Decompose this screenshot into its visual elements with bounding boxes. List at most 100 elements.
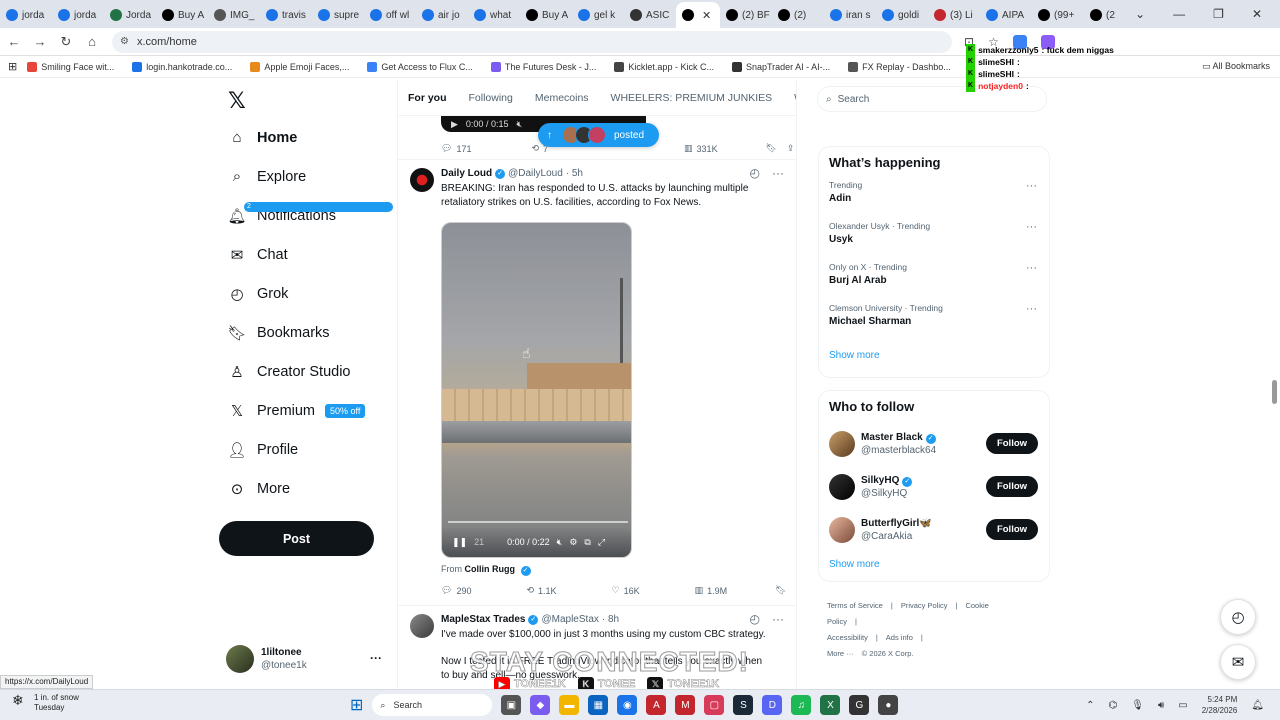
browser-tab[interactable]: air jo xyxy=(416,2,468,28)
more-dots-icon[interactable]: ··· xyxy=(1026,221,1037,233)
windows-start-icon[interactable]: ⊞ xyxy=(350,695,363,715)
battery-icon[interactable]: ▭ xyxy=(1178,700,1187,711)
bookmark-item[interactable]: Kicklet.app - Kick C... xyxy=(614,61,714,72)
footer-link[interactable]: Privacy Policy xyxy=(901,601,948,610)
nav-item-more[interactable]: ⊙ More xyxy=(218,469,388,508)
nav-item-bookmarks[interactable]: 🔖︎ Bookmarks xyxy=(218,313,388,352)
retweet-button[interactable]: ⟲ 1.1K xyxy=(526,585,556,596)
x-logo-icon[interactable]: 𝕏 xyxy=(228,88,388,118)
more-dots-icon[interactable]: ··· xyxy=(772,166,784,180)
browser-tab[interactable]: ✕ xyxy=(676,2,720,28)
bookmark-item[interactable]: FX Replay - Dashbo... xyxy=(848,61,951,72)
bookmark-icon[interactable]: 🔖︎ xyxy=(775,585,786,596)
volume-icon[interactable]: 🔇︎ xyxy=(557,537,563,548)
follow-suggestion[interactable]: SilkyHQ ✓ @SilkyHQ Follow xyxy=(819,465,1049,508)
trend-item[interactable]: Only on X · Trending Burj Al Arab ··· xyxy=(819,260,1049,301)
reply-button[interactable]: 💬︎ 171 xyxy=(441,143,471,154)
folder-icon[interactable]: ▬ xyxy=(559,695,580,715)
browser-tab[interactable]: AIPA xyxy=(980,2,1032,28)
home-browser-icon[interactable]: ⌂ xyxy=(80,34,104,49)
browser-tab[interactable]: Buy A xyxy=(156,2,208,28)
trend-item[interactable]: Olexander Usyk · Trending Usyk ··· xyxy=(819,219,1049,260)
nav-item-grok[interactable]: ◴ Grok xyxy=(218,274,388,313)
trend-item[interactable]: Clemson University · Trending Michael Sha… xyxy=(819,301,1049,342)
nav-item-explore[interactable]: ⌕ Explore xyxy=(218,157,388,196)
browser-tab[interactable]: Buy A xyxy=(520,2,572,28)
volume-icon[interactable]: 🔊︎ xyxy=(1158,700,1164,711)
browser-tab[interactable]: jorda xyxy=(52,2,104,28)
forward-icon[interactable]: → xyxy=(28,34,52,49)
tweet-time[interactable]: · 5h xyxy=(566,168,583,179)
app-icon[interactable]: A xyxy=(646,695,667,715)
reply-button[interactable]: 💬︎ 290 xyxy=(441,585,471,596)
browser-tab[interactable]: gel k xyxy=(572,2,624,28)
more-dots-icon[interactable]: ··· xyxy=(370,651,382,665)
bookmark-item[interactable]: Smiling Face wit... xyxy=(27,61,114,72)
notification-bell-icon[interactable]: 🔔︎ xyxy=(1251,700,1264,711)
app-icon[interactable]: G xyxy=(849,695,870,715)
weather-widget[interactable]: ❄ 1 in. of snow Tuesday xyxy=(12,693,79,713)
views-button[interactable]: ▥ 331K xyxy=(684,143,718,154)
more-dots-icon[interactable]: ··· xyxy=(772,612,784,626)
share-icon[interactable]: ⇪ xyxy=(787,143,795,154)
more-dots-icon[interactable]: ··· xyxy=(1026,180,1037,192)
tab-timeline[interactable]: WHA xyxy=(794,92,796,104)
nav-item-premium[interactable]: 𝕏 Premium 50% off xyxy=(218,391,388,430)
bookmark-item[interactable]: login.hankotrade.co... xyxy=(132,61,232,72)
apps-grid-icon[interactable]: ⊞ xyxy=(8,60,17,73)
store-icon[interactable]: ▦ xyxy=(588,695,609,715)
clock[interactable]: 5:24 PM 2/28/2026 xyxy=(1202,694,1238,716)
bookmark-icon[interactable]: 🔖︎ xyxy=(766,143,777,154)
fullscreen-icon[interactable]: ⤢ xyxy=(598,537,605,548)
follow-suggestion[interactable]: ButterflyGirl🦋 @CaraAkia Follow xyxy=(819,508,1049,551)
tab-timeline[interactable]: WHEELERS: PREMIUM JUNKIES xyxy=(611,92,773,104)
discord-icon[interactable]: D xyxy=(762,695,783,715)
taskview-icon[interactable]: ▣ xyxy=(501,695,522,715)
views-button[interactable]: ▥ 1.9M xyxy=(695,585,728,596)
browser-tab[interactable]: IMG_ xyxy=(208,2,260,28)
tweet-time[interactable]: · 8h xyxy=(602,614,619,625)
author-handle[interactable]: @DailyLoud xyxy=(508,168,563,179)
show-more-link[interactable]: Show more xyxy=(819,342,1049,369)
follow-button[interactable]: Follow xyxy=(986,476,1038,497)
nav-item-profile[interactable]: 👤︎ Profile xyxy=(218,430,388,469)
tab-timeline[interactable]: Memecoins xyxy=(535,92,589,104)
settings-icon[interactable]: ⚙ xyxy=(569,537,577,548)
volume-icon[interactable]: 🔇︎ xyxy=(516,119,522,130)
nav-item-notifications[interactable]: 🔔︎ 2 Notifications xyxy=(218,196,393,235)
play-icon[interactable]: ▶ xyxy=(451,119,458,130)
pip-icon[interactable]: ⧉ xyxy=(584,537,590,548)
show-more-link[interactable]: Show more xyxy=(819,551,1049,578)
url-input[interactable]: ⚙ x.com/home xyxy=(112,30,952,53)
chevron-down-icon[interactable]: ⌄ xyxy=(1135,7,1145,21)
taskbar-search[interactable]: ⌕ Search xyxy=(372,694,493,716)
app-icon[interactable]: M xyxy=(675,695,696,715)
avatar[interactable] xyxy=(410,614,434,638)
video-progress-bar[interactable] xyxy=(448,521,628,523)
footer-link[interactable]: More ··· xyxy=(827,649,854,658)
pause-icon[interactable]: ❚❚ xyxy=(452,537,467,548)
bookmark-item[interactable]: SnapTrader AI - AI-... xyxy=(731,61,830,72)
all-bookmarks[interactable]: ▭ All Bookmarks xyxy=(1202,61,1270,72)
spotify-icon[interactable]: ♫ xyxy=(791,695,812,715)
reload-icon[interactable]: ↻ xyxy=(54,34,78,50)
trend-item[interactable]: Trending Adin ··· xyxy=(819,178,1049,219)
from-author[interactable]: Collin Rugg xyxy=(465,564,516,574)
browser-tab[interactable]: ASIC xyxy=(624,2,676,28)
follow-button[interactable]: Follow xyxy=(986,519,1038,540)
browser-tab[interactable]: (3) Li xyxy=(928,2,980,28)
browser-tab[interactable]: travis xyxy=(260,2,312,28)
scrollbar[interactable] xyxy=(1272,380,1277,404)
excel-icon[interactable]: X xyxy=(820,695,841,715)
account-switcher[interactable]: 1liltonee @tonee1k ··· xyxy=(226,643,386,675)
tweet[interactable]: Daily Loud ✓ @DailyLoud · 5h ◴ ··· BREAK… xyxy=(398,160,796,606)
chevron-up-icon[interactable]: ⌃ xyxy=(1086,700,1094,711)
grok-icon[interactable]: ◴ xyxy=(750,166,760,180)
mic-icon[interactable]: 🎙︎ xyxy=(1131,700,1144,711)
nav-item-creator-studio[interactable]: ♙ Creator Studio xyxy=(218,352,388,391)
tweet-video[interactable]: ☝ ❚❚ 21 0:00 / 0:22 🔇︎ ⚙ ⧉ ⤢ xyxy=(441,222,632,558)
maximize-icon[interactable]: ❐ xyxy=(1213,7,1224,21)
chrome-icon[interactable]: ◉ xyxy=(617,695,638,715)
close-icon[interactable]: ✕ xyxy=(1252,7,1262,21)
messages-float-button[interactable]: ✉ xyxy=(1220,644,1256,680)
